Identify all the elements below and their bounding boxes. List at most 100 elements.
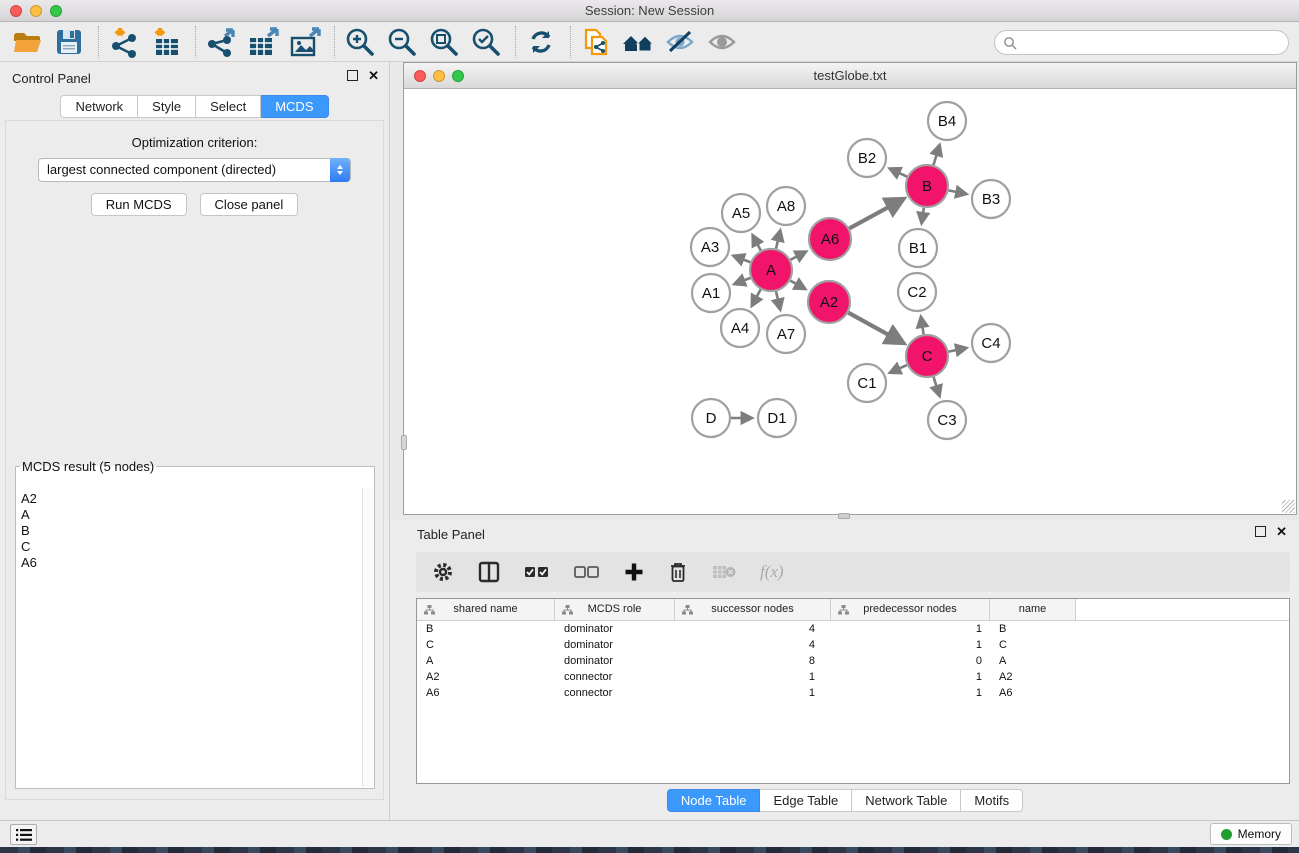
mcds-result-item[interactable]: A [21, 507, 362, 523]
hide-panels-button[interactable] [663, 25, 697, 59]
home-button[interactable] [621, 25, 655, 59]
table-row[interactable]: Bdominator41B [417, 621, 1289, 637]
network-window-titlebar[interactable]: testGlobe.txt [404, 63, 1296, 89]
graph-edge-B-B3[interactable] [949, 190, 967, 194]
table-row[interactable]: A6connector11A6 [417, 685, 1289, 701]
table-cell-predecessor-nodes[interactable]: 0 [831, 653, 990, 669]
open-session-button[interactable] [10, 25, 44, 59]
memory-button[interactable]: Memory [1210, 823, 1292, 845]
import-network-button[interactable] [107, 25, 141, 59]
tab-network-table[interactable]: Network Table [852, 789, 961, 812]
tab-network[interactable]: Network [60, 95, 138, 118]
table-cell-successor-nodes[interactable]: 1 [675, 669, 831, 685]
tab-motifs[interactable]: Motifs [961, 789, 1023, 812]
column-header-successor-nodes[interactable]: successor nodes [675, 599, 831, 620]
zoom-window-icon[interactable] [452, 70, 464, 82]
mcds-result-item[interactable]: A2 [21, 491, 362, 507]
mcds-result-item[interactable]: B [21, 523, 362, 539]
table-cell-name[interactable]: A6 [990, 685, 1076, 701]
tab-node-table[interactable]: Node Table [667, 789, 761, 812]
table-cell-name[interactable]: B [990, 621, 1076, 637]
save-session-button[interactable] [52, 25, 86, 59]
graph-edge-A2-C[interactable] [848, 313, 903, 343]
close-panel-icon[interactable]: ✕ [368, 70, 379, 81]
table-cell-predecessor-nodes[interactable]: 1 [831, 685, 990, 701]
minimize-window-icon[interactable] [30, 5, 42, 17]
graph-edge-A6-B[interactable] [849, 199, 903, 229]
import-table-button[interactable] [149, 25, 183, 59]
table-cell-mcds-role[interactable]: connector [555, 685, 675, 701]
network-graph[interactable]: B4B2BB3A5A8A6A3B1AA1C2A2A4A7C4CC1DD1C3 [404, 89, 1296, 514]
graph-edge-C-C3[interactable] [934, 377, 940, 396]
tab-mcds[interactable]: MCDS [261, 95, 328, 118]
table-cell-shared-name[interactable]: C [417, 637, 555, 653]
show-columns-button[interactable] [478, 558, 500, 586]
zoom-window-icon[interactable] [50, 5, 62, 17]
splitter-handle[interactable] [838, 513, 850, 519]
clone-network-button[interactable] [579, 25, 613, 59]
tab-edge-table[interactable]: Edge Table [760, 789, 852, 812]
graph-edge-A-A3[interactable] [733, 256, 750, 262]
minimize-window-icon[interactable] [433, 70, 445, 82]
refresh-button[interactable] [524, 25, 558, 59]
network-canvas[interactable]: B4B2BB3A5A8A6A3B1AA1C2A2A4A7C4CC1DD1C3 [404, 89, 1296, 514]
table-cell-shared-name[interactable]: A [417, 653, 555, 669]
mcds-result-item[interactable]: A6 [21, 555, 362, 571]
table-cell-predecessor-nodes[interactable]: 1 [831, 637, 990, 653]
zoom-selected-button[interactable] [469, 25, 503, 59]
run-mcds-button[interactable]: Run MCDS [91, 193, 187, 216]
table-cell-shared-name[interactable]: A6 [417, 685, 555, 701]
table-cell-name[interactable]: C [990, 637, 1076, 653]
table-row[interactable]: Adominator80A [417, 653, 1289, 669]
close-window-icon[interactable] [414, 70, 426, 82]
function-builder-button[interactable]: f(x) [760, 558, 784, 586]
delete-column-button[interactable] [668, 558, 688, 586]
table-row[interactable]: Cdominator41C [417, 637, 1289, 653]
graph-edge-C-C2[interactable] [921, 317, 924, 335]
search-box[interactable] [994, 30, 1289, 55]
table-cell-successor-nodes[interactable]: 4 [675, 637, 831, 653]
tab-style[interactable]: Style [138, 95, 196, 118]
graph-edge-A-A8[interactable] [776, 230, 780, 248]
table-cell-successor-nodes[interactable]: 4 [675, 621, 831, 637]
table-row[interactable]: A2connector11A2 [417, 669, 1289, 685]
criterion-dropdown[interactable]: largest connected component (directed) [38, 158, 351, 182]
column-header-MCDS-role[interactable]: MCDS role [555, 599, 675, 620]
delete-table-button[interactable] [712, 558, 736, 586]
table-cell-successor-nodes[interactable]: 1 [675, 685, 831, 701]
table-cell-predecessor-nodes[interactable]: 1 [831, 669, 990, 685]
export-table-button[interactable] [246, 25, 280, 59]
graph-edge-A-A7[interactable] [776, 291, 780, 309]
table-cell-name[interactable]: A [990, 653, 1076, 669]
table-cell-mcds-role[interactable]: dominator [555, 653, 675, 669]
node-table[interactable]: shared nameMCDS rolesuccessor nodesprede… [416, 598, 1290, 784]
zoom-fit-button[interactable] [427, 25, 461, 59]
search-input[interactable] [1022, 36, 1288, 50]
float-panel-icon[interactable] [1255, 526, 1266, 537]
table-cell-successor-nodes[interactable]: 8 [675, 653, 831, 669]
graph-edge-B-B2[interactable] [890, 169, 907, 177]
tab-select[interactable]: Select [196, 95, 261, 118]
zoom-out-button[interactable] [385, 25, 419, 59]
graph-edge-A-A2[interactable] [790, 281, 805, 289]
zoom-in-button[interactable] [343, 25, 377, 59]
column-header-name[interactable]: name [990, 599, 1076, 620]
graph-edge-A-A1[interactable] [734, 278, 750, 284]
graph-edge-C-C4[interactable] [949, 348, 967, 352]
graph-edge-B-B4[interactable] [933, 145, 939, 165]
export-image-button[interactable] [288, 25, 322, 59]
mcds-result-item[interactable]: C [21, 539, 362, 555]
table-cell-predecessor-nodes[interactable]: 1 [831, 621, 990, 637]
table-cell-mcds-role[interactable]: dominator [555, 621, 675, 637]
unselect-all-button[interactable] [574, 558, 600, 586]
mcds-result-list[interactable]: A2ABCA6 [17, 488, 362, 787]
export-network-button[interactable] [204, 25, 238, 59]
select-all-button[interactable] [524, 558, 550, 586]
float-panel-icon[interactable] [347, 70, 358, 81]
close-window-icon[interactable] [10, 5, 22, 17]
scrollbar-track[interactable] [362, 488, 373, 787]
table-cell-mcds-role[interactable]: dominator [555, 637, 675, 653]
graph-edge-C-C1[interactable] [890, 365, 907, 373]
table-settings-button[interactable] [432, 558, 454, 586]
show-panels-button[interactable] [705, 25, 739, 59]
